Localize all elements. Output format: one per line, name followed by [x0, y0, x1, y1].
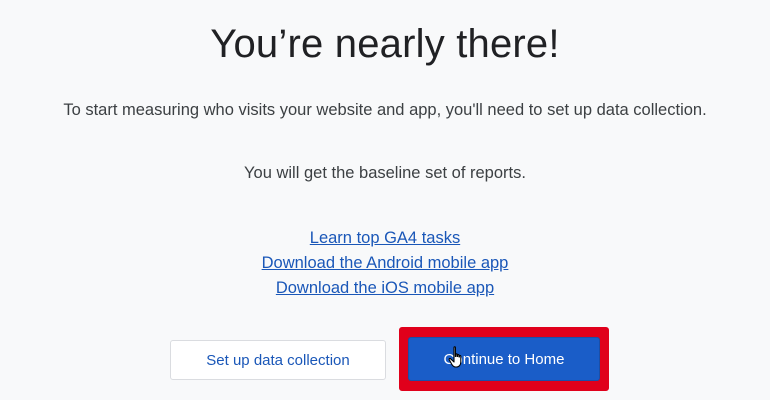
- link-download-ios-app[interactable]: Download the iOS mobile app: [0, 276, 770, 301]
- setup-data-collection-button[interactable]: Set up data collection: [170, 340, 386, 380]
- page-title: You’re nearly there!: [210, 22, 560, 66]
- link-download-android-app[interactable]: Download the Android mobile app: [0, 251, 770, 276]
- hand-pointer-icon: [448, 346, 462, 368]
- continue-to-home-button[interactable]: Continue to Home: [408, 337, 600, 381]
- resource-links: Learn top GA4 tasks Download the Android…: [0, 226, 770, 301]
- baseline-reports-text: You will get the baseline set of reports…: [244, 164, 526, 182]
- setup-description: To start measuring who visits your websi…: [63, 101, 707, 119]
- link-learn-ga4-tasks[interactable]: Learn top GA4 tasks: [0, 226, 770, 251]
